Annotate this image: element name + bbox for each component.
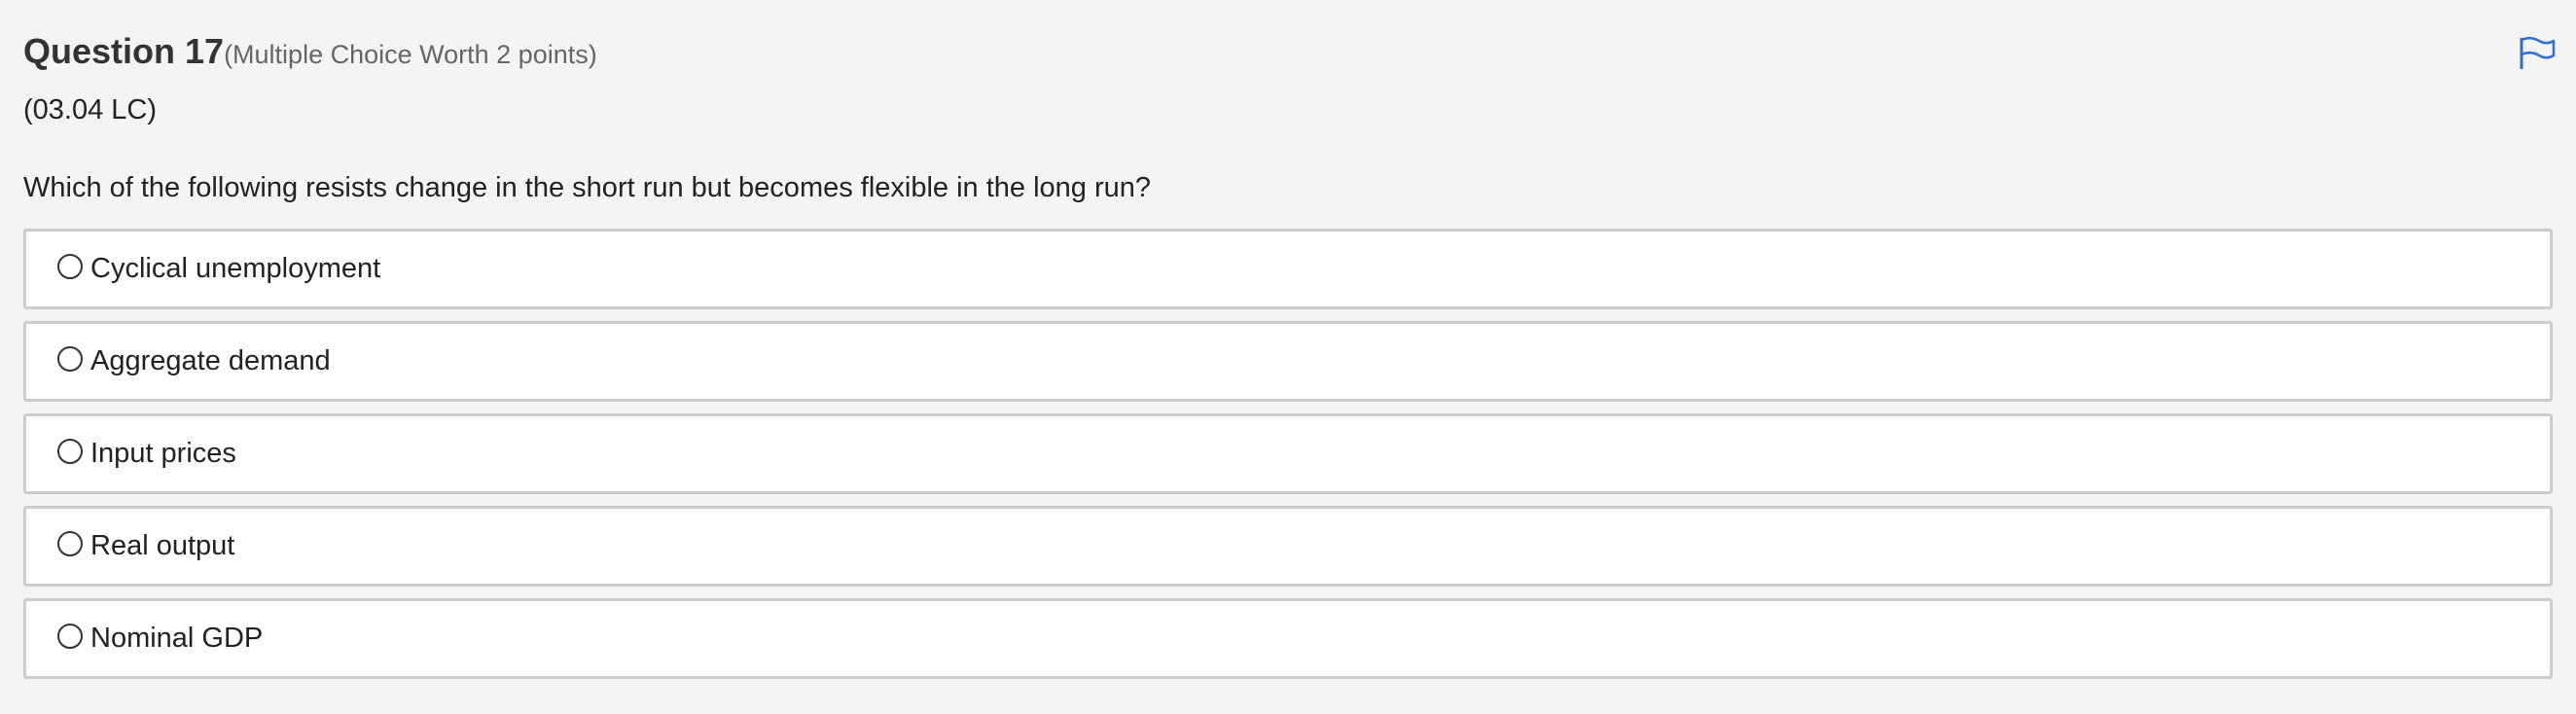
- choice-label: Nominal GDP: [90, 623, 264, 654]
- question-type: (Multiple Choice Worth 2 points): [224, 40, 597, 69]
- question-page: Question 17 (Multiple Choice Worth 2 poi…: [0, 0, 2576, 714]
- radio-button[interactable]: [57, 623, 83, 649]
- flag-icon[interactable]: [2518, 35, 2557, 70]
- choice-option[interactable]: Real output: [23, 506, 2553, 587]
- question-prompt: Which of the following resists change in…: [23, 172, 1152, 203]
- answer-choices: Cyclical unemployment Aggregate demand I…: [23, 229, 2553, 691]
- question-header: Question 17 (Multiple Choice Worth 2 poi…: [23, 31, 597, 72]
- choice-option[interactable]: Aggregate demand: [23, 321, 2553, 402]
- radio-button[interactable]: [57, 345, 83, 372]
- choice-label: Input prices: [90, 438, 236, 469]
- radio-button[interactable]: [57, 530, 83, 556]
- question-title: Question 17: [23, 31, 225, 71]
- radio-button[interactable]: [57, 253, 83, 279]
- choice-option[interactable]: Nominal GDP: [23, 598, 2553, 679]
- choice-label: Real output: [90, 530, 235, 561]
- choice-option[interactable]: Input prices: [23, 413, 2553, 494]
- choice-label: Cyclical unemployment: [90, 253, 381, 284]
- radio-button[interactable]: [57, 438, 83, 464]
- question-code: (03.04 LC): [23, 94, 158, 125]
- choice-option[interactable]: Cyclical unemployment: [23, 229, 2553, 309]
- choice-label: Aggregate demand: [90, 345, 331, 376]
